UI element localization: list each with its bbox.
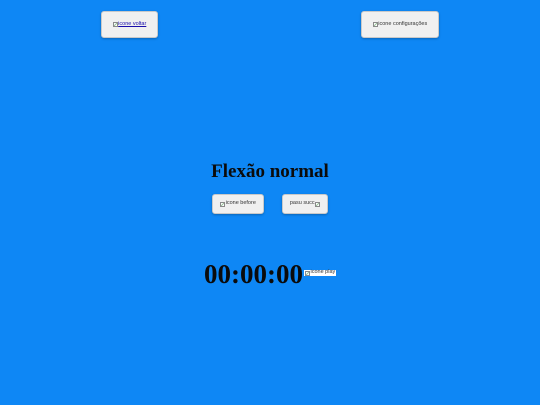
- next-exercise-button[interactable]: pasu succ: [282, 194, 328, 214]
- settings-icon: icone configurações: [372, 20, 428, 28]
- previous-icon: icone before: [220, 201, 256, 207]
- settings-button[interactable]: icone configurações: [361, 11, 439, 38]
- broken-image-icon: [372, 22, 378, 27]
- exercise-title: Flexão normal: [211, 161, 329, 182]
- broken-image-icon: [304, 270, 310, 276]
- broken-image-icon: [315, 201, 321, 207]
- play-icon[interactable]: icone play: [303, 269, 337, 276]
- timer-display: 00:00:00: [204, 259, 303, 289]
- play-icon-alt-text: icone play: [310, 269, 336, 276]
- next-icon-alt-text: pasu succ: [289, 200, 315, 207]
- settings-icon-alt-text: icone configurações: [378, 20, 428, 27]
- timer-row: 00:00:00 icone play: [204, 259, 337, 289]
- back-button[interactable]: icone voltar: [101, 11, 158, 38]
- previous-exercise-button[interactable]: icone before: [212, 194, 264, 214]
- broken-image-icon: [112, 22, 118, 27]
- previous-icon-alt-text: icone before: [225, 200, 256, 207]
- back-icon: icone voltar: [112, 20, 147, 28]
- back-icon-alt-text: icone voltar: [118, 20, 147, 27]
- broken-image-icon: [220, 201, 226, 207]
- next-icon: pasu succ: [289, 200, 321, 207]
